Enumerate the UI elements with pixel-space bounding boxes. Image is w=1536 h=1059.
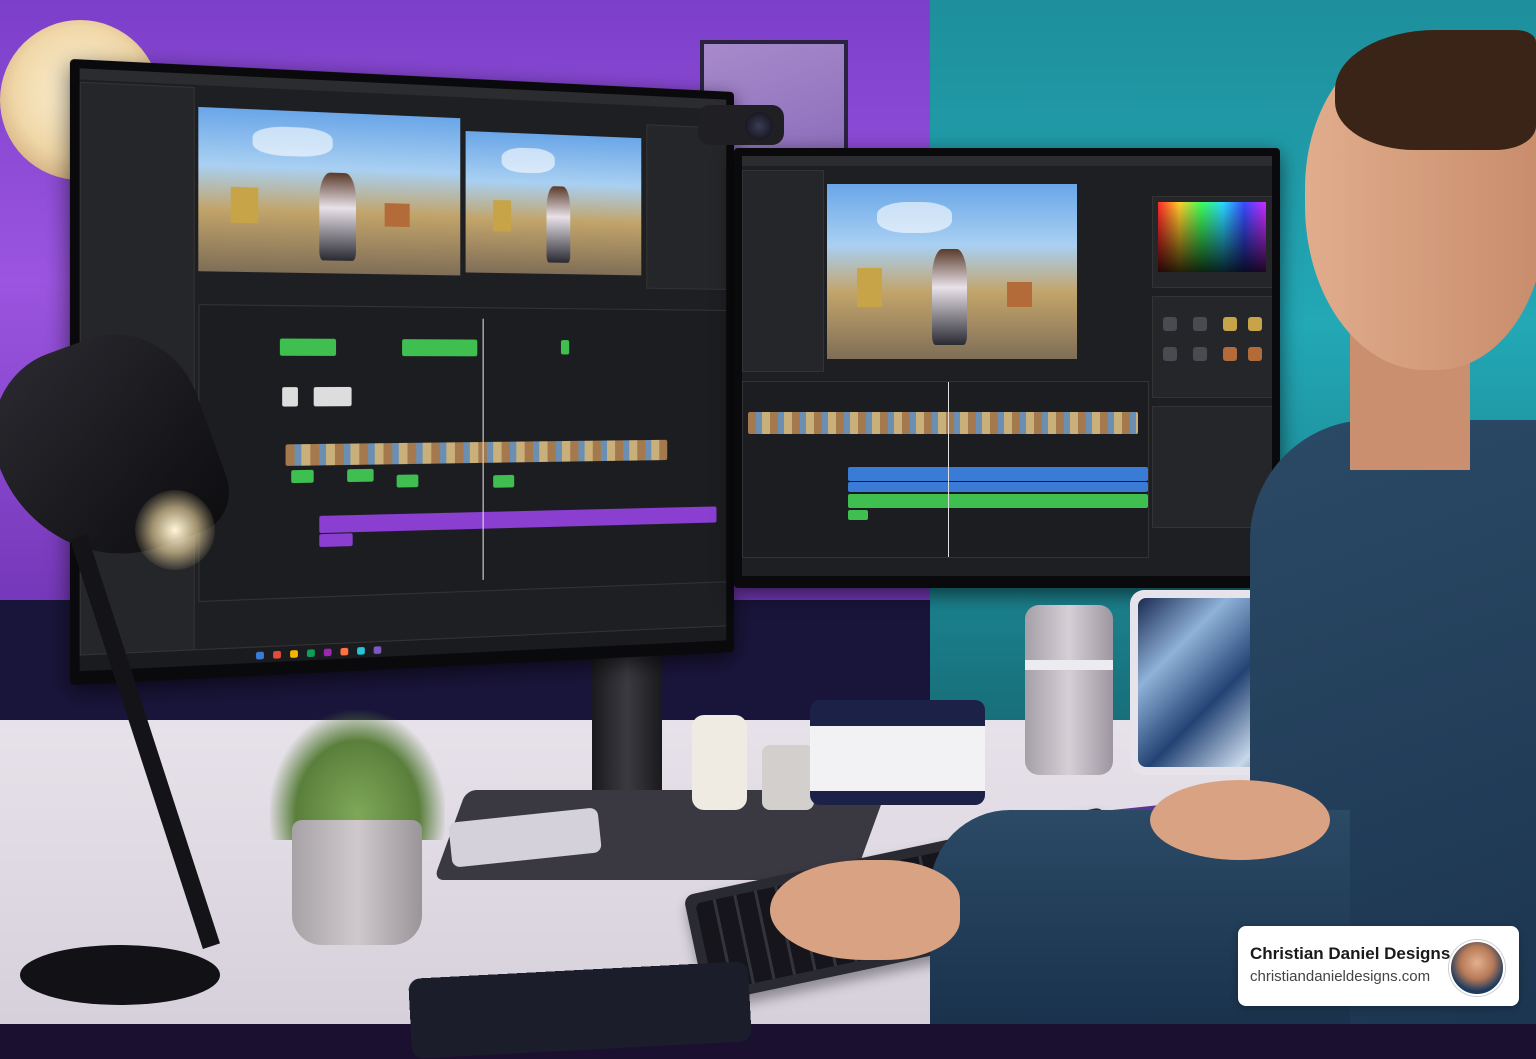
audio-clip[interactable] (402, 339, 478, 357)
audio-clip-green[interactable] (848, 494, 1148, 508)
video-thumbnail-track[interactable] (748, 412, 1138, 434)
desk-mat (408, 961, 752, 1059)
lumetri-color-panel (1152, 196, 1272, 288)
effects-presets-panel (1152, 296, 1272, 398)
video-clip[interactable] (493, 474, 515, 488)
playhead[interactable] (482, 318, 484, 580)
title-clip[interactable] (282, 387, 298, 407)
plant-pot (292, 820, 422, 945)
music-track[interactable] (319, 533, 353, 548)
timeline-panel (742, 381, 1149, 558)
source-monitor-preview (198, 106, 461, 276)
audio-clip[interactable] (560, 340, 570, 355)
desk-lamp-light (135, 490, 215, 570)
media-browser-panel (742, 170, 824, 372)
app-menu-bar (742, 156, 1272, 166)
music-track[interactable] (319, 506, 717, 534)
webcam-lens (745, 112, 773, 140)
video-clip[interactable] (396, 474, 419, 488)
person-hand-mouse (1150, 780, 1330, 860)
color-picker[interactable] (1158, 202, 1266, 272)
travel-mug (1025, 605, 1113, 775)
program-monitor-preview (827, 184, 1077, 359)
program-monitor-preview (465, 131, 642, 276)
audio-clip[interactable] (279, 338, 337, 356)
right-screen (742, 156, 1272, 576)
desk-lamp-base (20, 945, 220, 1005)
person-hair (1335, 30, 1536, 150)
right-monitor (734, 148, 1280, 588)
video-clip-track[interactable] (285, 439, 668, 466)
video-clip-blue[interactable] (848, 482, 1148, 492)
timeline-panel (198, 304, 727, 603)
mini-pc (810, 700, 985, 805)
brand-name: Christian Daniel Designs (1250, 944, 1451, 963)
brand-url[interactable]: christiandanieldesigns.com (1250, 968, 1430, 985)
small-figurine-cup (692, 715, 747, 810)
video-clip-blue[interactable] (848, 467, 1148, 481)
avatar-photo (1449, 940, 1505, 996)
person-hand-keyboard (770, 860, 960, 960)
video-clip[interactable] (347, 468, 374, 483)
playhead[interactable] (948, 382, 949, 557)
travel-mug-band (1025, 660, 1113, 670)
video-clip[interactable] (291, 469, 314, 484)
title-clip[interactable] (313, 386, 352, 407)
small-plant-pot (762, 745, 814, 810)
effect-controls-panel (646, 124, 727, 290)
audio-clip-green[interactable] (848, 510, 868, 520)
brand-badge[interactable]: Christian Daniel Designs christiandaniel… (1238, 926, 1519, 1006)
